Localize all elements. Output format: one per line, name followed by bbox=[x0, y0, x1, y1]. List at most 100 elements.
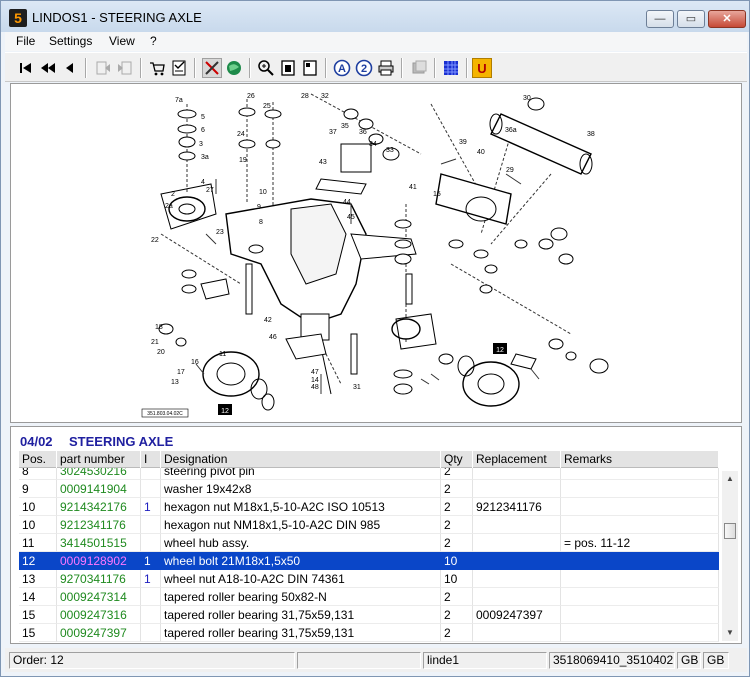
part-callout-label[interactable]: 33 bbox=[386, 147, 394, 154]
part-callout-label[interactable]: 40 bbox=[477, 149, 485, 156]
exploded-view-drawing[interactable]: 12 12 351.803.04.02C 7a 5 6 3 3a 2 2a 4 27 22 23 18… bbox=[10, 83, 742, 423]
part-callout-label[interactable]: 3a bbox=[201, 154, 209, 161]
maximize-button[interactable]: ▭ bbox=[677, 10, 705, 28]
a-circle-icon[interactable]: A bbox=[332, 58, 352, 78]
minimize-button[interactable]: — bbox=[646, 10, 674, 28]
vertical-scrollbar[interactable]: ▲ ▼ bbox=[722, 471, 738, 641]
part-callout-label[interactable]: 16 bbox=[191, 359, 199, 366]
part-callout-label[interactable]: 43 bbox=[319, 159, 327, 166]
part-callout-label[interactable]: 38 bbox=[587, 131, 595, 138]
part-callout-label[interactable]: 37 bbox=[329, 129, 337, 136]
menu-view[interactable]: View bbox=[109, 34, 135, 48]
table-row[interactable]: 15 0009247316 tapered roller bearing 31,75… bbox=[19, 606, 719, 624]
cell-pn: 0009247397 bbox=[57, 624, 141, 642]
part-callout-label[interactable]: 34 bbox=[369, 141, 377, 148]
two-circle-icon[interactable]: 2 bbox=[354, 58, 374, 78]
column-header-replacement[interactable]: Replacement bbox=[473, 451, 561, 468]
table-row[interactable]: 9 0009141904 washer 19x42x8 2 bbox=[19, 480, 719, 498]
part-callout-label[interactable]: 20 bbox=[157, 349, 165, 356]
scroll-up-arrow[interactable]: ▲ bbox=[722, 471, 738, 487]
title-bar[interactable]: 5 LINDOS1 - STEERING AXLE — ▭ ✕ bbox=[1, 1, 749, 32]
part-callout-label[interactable]: 10 bbox=[259, 189, 267, 196]
menu-settings[interactable]: Settings bbox=[49, 34, 92, 48]
blue-grid-icon[interactable] bbox=[441, 58, 461, 78]
table-row[interactable]: 8 3024530216 steering pivot pin 2 bbox=[19, 468, 719, 480]
fit-page-icon[interactable] bbox=[278, 58, 298, 78]
table-row[interactable]: 13 9270341176 1 wheel nut A18-10-A2C DIN 74… bbox=[19, 570, 719, 588]
part-callout-label[interactable]: 32 bbox=[321, 93, 329, 100]
table-row[interactable]: 15 0009247397 tapered roller bearing 31,75… bbox=[19, 624, 719, 642]
part-callout-label[interactable]: 36a bbox=[505, 127, 517, 134]
column-header-qty[interactable]: Qty bbox=[441, 451, 473, 468]
part-callout-label[interactable]: 22 bbox=[151, 237, 159, 244]
part-callout-label[interactable]: 4 bbox=[201, 179, 205, 186]
part-callout-label[interactable]: 14 bbox=[311, 377, 319, 384]
part-callout-label[interactable]: 8 bbox=[259, 219, 263, 226]
scroll-down-arrow[interactable]: ▼ bbox=[722, 625, 738, 641]
part-callout-label[interactable]: 36 bbox=[359, 129, 367, 136]
cell-qty: 2 bbox=[441, 624, 473, 642]
column-header-pos[interactable]: Pos. bbox=[19, 451, 57, 468]
table-row[interactable]: 14 0009247314 tapered roller bearing 50x82… bbox=[19, 588, 719, 606]
part-callout-label[interactable]: 44 bbox=[343, 199, 351, 206]
part-callout-label[interactable]: 15 bbox=[433, 191, 441, 198]
back-icon[interactable] bbox=[93, 58, 113, 78]
tools-icon[interactable] bbox=[202, 58, 222, 78]
table-row[interactable]: 10 9214342176 1 hexagon nut M18x1,5-10-A2C … bbox=[19, 498, 719, 516]
part-callout-label[interactable]: 42 bbox=[264, 317, 272, 324]
part-callout-label[interactable]: 19 bbox=[239, 157, 247, 164]
part-callout-label[interactable]: 39 bbox=[459, 139, 467, 146]
menu-help[interactable]: ? bbox=[150, 34, 157, 48]
part-callout-label[interactable]: 41 bbox=[409, 184, 417, 191]
table-row[interactable]: 12 0009128902 1 wheel bolt 21M18x1,5x50 10 bbox=[19, 552, 719, 570]
parts-list-panel: 04/02 STEERING AXLE Pos. part number I D… bbox=[10, 426, 742, 644]
column-header-remarks[interactable]: Remarks bbox=[561, 451, 719, 468]
previous-fast-icon[interactable] bbox=[38, 58, 58, 78]
part-callout-label[interactable]: 13 bbox=[171, 379, 179, 386]
part-callout-label[interactable]: 35 bbox=[341, 123, 349, 130]
part-callout-label[interactable]: 47 bbox=[311, 369, 319, 376]
column-header-designation[interactable]: Designation bbox=[161, 451, 441, 468]
first-page-icon[interactable] bbox=[16, 58, 36, 78]
close-button[interactable]: ✕ bbox=[708, 10, 746, 28]
part-callout-label[interactable]: 23 bbox=[216, 229, 224, 236]
part-callout-label[interactable]: 30 bbox=[523, 95, 531, 102]
page-icon[interactable] bbox=[300, 58, 320, 78]
u-icon[interactable]: U bbox=[472, 58, 492, 78]
table-row[interactable]: 10 9212341176 hexagon nut NM18x1,5-10-A2C … bbox=[19, 516, 719, 534]
part-callout-label[interactable]: 26 bbox=[247, 93, 255, 100]
forward-icon[interactable] bbox=[115, 58, 135, 78]
part-callout-label[interactable]: 2a bbox=[165, 203, 173, 210]
part-callout-label[interactable]: 18 bbox=[155, 324, 163, 331]
previous-icon[interactable] bbox=[60, 58, 80, 78]
part-callout-label[interactable]: 31 bbox=[353, 384, 361, 391]
part-callout-label[interactable]: 24 bbox=[237, 131, 245, 138]
column-header-i[interactable]: I bbox=[141, 451, 161, 468]
part-callout-label[interactable]: 46 bbox=[269, 334, 277, 341]
part-callout-label[interactable]: 17 bbox=[177, 369, 185, 376]
checklist-icon[interactable] bbox=[169, 58, 189, 78]
globe-icon[interactable] bbox=[224, 58, 244, 78]
column-header-part-number[interactable]: part number bbox=[57, 451, 141, 468]
part-callout-label[interactable]: 45 bbox=[347, 214, 355, 221]
menu-file[interactable]: File bbox=[16, 34, 35, 48]
part-callout-label[interactable]: 29 bbox=[506, 167, 514, 174]
part-callout-label[interactable]: 7a bbox=[175, 97, 183, 104]
part-callout-label[interactable]: 5 bbox=[201, 114, 205, 121]
part-callout-label[interactable]: 3 bbox=[199, 141, 203, 148]
zoom-icon[interactable] bbox=[256, 58, 276, 78]
table-row[interactable]: 11 3414501515 wheel hub assy. 2 = pos. 11-12 bbox=[19, 534, 719, 552]
print-icon[interactable] bbox=[376, 58, 396, 78]
part-callout-label[interactable]: 48 bbox=[311, 384, 319, 391]
part-callout-label[interactable]: 11 bbox=[219, 351, 226, 358]
part-callout-label[interactable]: 27 bbox=[206, 187, 214, 194]
cart-icon[interactable] bbox=[147, 58, 167, 78]
scroll-thumb[interactable] bbox=[724, 523, 736, 539]
part-callout-label[interactable]: 25 bbox=[263, 103, 271, 110]
part-callout-label[interactable]: 6 bbox=[201, 127, 205, 134]
disabled-icon[interactable] bbox=[409, 58, 429, 78]
part-callout-label[interactable]: 28 bbox=[301, 93, 309, 100]
part-callout-label[interactable]: 21 bbox=[151, 339, 159, 346]
part-callout-label[interactable]: 2 bbox=[171, 191, 175, 198]
part-callout-label[interactable]: 9 bbox=[257, 204, 261, 211]
